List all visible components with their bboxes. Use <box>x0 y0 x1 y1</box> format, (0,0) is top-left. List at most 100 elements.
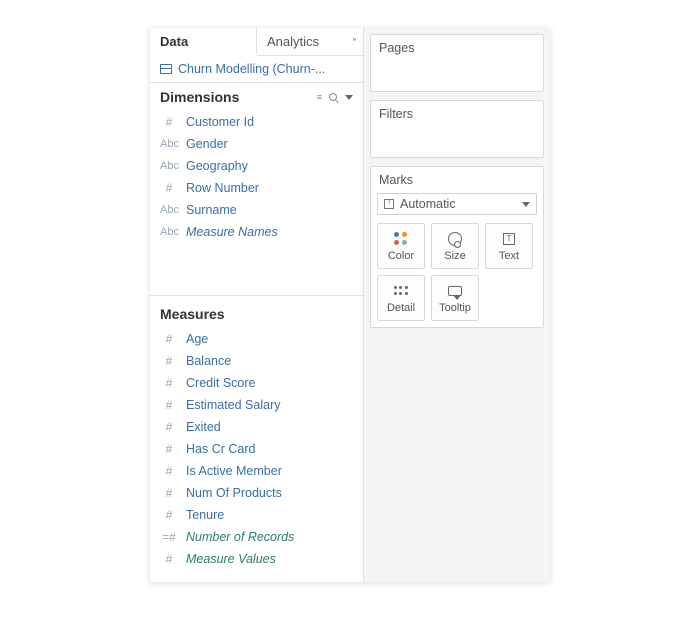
string-icon: Abc <box>160 226 178 238</box>
field-row[interactable]: Abc Gender <box>150 133 363 155</box>
number-icon: # <box>160 508 178 522</box>
detail-label: Detail <box>387 302 415 314</box>
number-icon: # <box>160 486 178 500</box>
tab-data-label: Data <box>160 34 188 49</box>
field-label: Gender <box>186 137 228 151</box>
number-icon: # <box>160 354 178 368</box>
marks-type-dropdown[interactable]: Automatic <box>377 193 537 215</box>
field-row[interactable]: Abc Measure Names <box>150 221 363 243</box>
field-label: Tenure <box>186 508 224 522</box>
field-row[interactable]: # Tenure <box>150 504 363 526</box>
tooltip-icon <box>448 283 462 299</box>
tab-data[interactable]: Data <box>150 28 257 56</box>
string-icon: Abc <box>160 138 178 150</box>
number-icon: # <box>160 181 178 195</box>
field-label: Num Of Products <box>186 486 282 500</box>
cards-pane: Pages Filters Marks Automatic Color <box>364 28 550 582</box>
field-row[interactable]: #Age <box>150 328 363 350</box>
string-icon: Abc <box>160 160 178 172</box>
field-label: Is Active Member <box>186 464 282 478</box>
detail-button[interactable]: Detail <box>377 275 425 321</box>
number-icon: # <box>160 376 178 390</box>
field-label: Number of Records <box>186 530 294 544</box>
field-row[interactable]: # Num Of Products <box>150 482 363 504</box>
pin-icon[interactable]: ⁍ <box>352 35 357 46</box>
pages-shelf[interactable]: Pages <box>370 34 544 92</box>
text-button[interactable]: T Text <box>485 223 533 269</box>
dimensions-section: Dimensions ≡ # Customer Id Abc Gender Abc Geo… <box>150 83 363 296</box>
field-row[interactable]: Abc Surname <box>150 199 363 221</box>
tooltip-button[interactable]: Tooltip <box>431 275 479 321</box>
number-icon: # <box>160 552 178 566</box>
number-icon: # <box>160 115 178 129</box>
number-icon: # <box>160 420 178 434</box>
text-label: Text <box>499 250 519 262</box>
datasource-row[interactable]: Churn Modelling (Churn-... <box>150 56 363 83</box>
field-label: Has Cr Card <box>186 442 255 456</box>
field-label: Measure Values <box>186 552 276 566</box>
number-icon: =# <box>160 530 178 544</box>
field-row[interactable]: # Balance <box>150 350 363 372</box>
field-row[interactable]: # Has Cr Card <box>150 438 363 460</box>
dimensions-title: Dimensions <box>160 89 239 105</box>
tooltip-label: Tooltip <box>439 302 471 314</box>
field-row[interactable]: # Is Active Member <box>150 460 363 482</box>
measures-list: #Age#Balance#Credit Score#Estimated Sala… <box>150 326 363 572</box>
number-icon: # <box>160 398 178 412</box>
view-list-icon[interactable]: ≡ <box>317 92 321 102</box>
field-row[interactable]: # Credit Score <box>150 372 363 394</box>
field-label: Estimated Salary <box>186 398 280 412</box>
string-icon: Abc <box>160 204 178 216</box>
tab-analytics-label: Analytics <box>267 34 319 49</box>
field-label: Geography <box>186 159 248 173</box>
dimensions-header: Dimensions ≡ <box>150 83 363 109</box>
number-icon: # <box>160 332 178 346</box>
measures-section: Measures #Age#Balance#Credit Score#Estim… <box>150 296 363 582</box>
marks-card: Marks Automatic Color Size T <box>370 166 544 328</box>
menu-caret-icon[interactable] <box>345 95 353 100</box>
field-row[interactable]: # Customer Id <box>150 111 363 133</box>
tableau-side-panel: Data Analytics ⁍ Churn Modelling (Churn-… <box>150 28 550 582</box>
field-label: Row Number <box>186 181 259 195</box>
datasource-name: Churn Modelling (Churn-... <box>178 62 325 76</box>
number-icon: # <box>160 464 178 478</box>
dimensions-tools: ≡ <box>317 92 353 102</box>
dimensions-list: # Customer Id Abc Gender Abc Geography # Row Nu… <box>150 109 363 245</box>
field-row[interactable]: # Estimated Salary <box>150 394 363 416</box>
tab-analytics[interactable]: Analytics ⁍ <box>257 28 363 55</box>
marks-buttons: Color Size T Text Detail Tooltip <box>377 223 537 321</box>
color-icon <box>394 231 408 247</box>
size-label: Size <box>444 250 465 262</box>
measures-title: Measures <box>160 306 225 322</box>
automatic-icon <box>384 199 394 209</box>
dropdown-caret-icon <box>522 202 530 207</box>
pages-title: Pages <box>379 41 535 55</box>
filters-shelf[interactable]: Filters <box>370 100 544 158</box>
color-label: Color <box>388 250 414 262</box>
marks-type-label: Automatic <box>400 197 456 211</box>
filters-title: Filters <box>379 107 535 121</box>
text-icon: T <box>503 231 515 247</box>
field-row[interactable]: # Row Number <box>150 177 363 199</box>
field-row[interactable]: # Exited <box>150 416 363 438</box>
field-label: Exited <box>186 420 221 434</box>
field-row[interactable]: =# Number of Records <box>150 526 363 548</box>
field-label: Balance <box>186 354 231 368</box>
field-row[interactable]: Abc Geography <box>150 155 363 177</box>
detail-icon <box>394 283 408 299</box>
pane-tabs: Data Analytics ⁍ <box>150 28 363 56</box>
size-icon <box>448 231 462 247</box>
field-label: Surname <box>186 203 237 217</box>
field-label: Credit Score <box>186 376 255 390</box>
measures-header: Measures <box>150 300 363 326</box>
marks-title: Marks <box>377 173 537 193</box>
field-row[interactable]: # Measure Values <box>150 548 363 570</box>
number-icon: # <box>160 442 178 456</box>
data-pane: Data Analytics ⁍ Churn Modelling (Churn-… <box>150 28 364 582</box>
field-label: Customer Id <box>186 115 254 129</box>
field-label: Measure Names <box>186 225 278 239</box>
search-icon[interactable] <box>329 93 337 101</box>
color-button[interactable]: Color <box>377 223 425 269</box>
size-button[interactable]: Size <box>431 223 479 269</box>
datasource-icon <box>160 64 172 74</box>
